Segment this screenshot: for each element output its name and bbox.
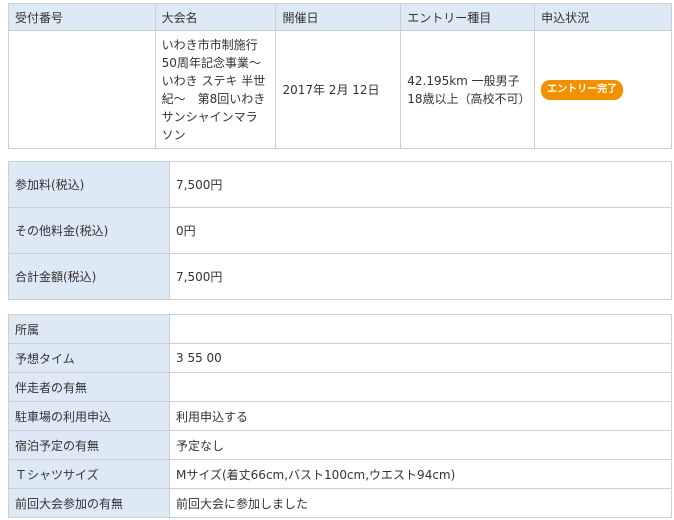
- header-event-name: 大会名: [154, 3, 277, 31]
- application-status-cell: エントリー完了: [534, 30, 672, 149]
- event-date-cell: 2017年 2月 12日: [275, 30, 402, 149]
- entry-category-cell: 42.195km 一般男子 18歳以上（高校不可）: [400, 30, 536, 149]
- entry-summary-table: 受付番号 大会名 開催日 エントリー種目 申込状況 いわき市市制施行50周年記念…: [8, 3, 672, 149]
- header-event-date: 開催日: [275, 3, 402, 31]
- fee-row: 参加料(税込) 7,500円: [8, 161, 672, 208]
- detail-value: 前回大会に参加しました: [169, 488, 672, 518]
- detail-row: 所属: [8, 314, 672, 344]
- event-name-cell: いわき市市制施行50周年記念事業～いわき ステキ 半世紀～ 第8回いわきサンシャ…: [154, 30, 277, 149]
- fee-label: 合計金額(税込): [8, 253, 170, 300]
- detail-value: 予定なし: [169, 430, 672, 460]
- detail-label: 駐車場の利用申込: [8, 401, 170, 431]
- detail-value: [169, 372, 672, 402]
- entry-header-row: 受付番号 大会名 開催日 エントリー種目 申込状況: [8, 3, 672, 31]
- detail-label: 宿泊予定の有無: [8, 430, 170, 460]
- header-receipt-number: 受付番号: [8, 3, 156, 31]
- header-application-status: 申込状況: [534, 3, 672, 31]
- detail-label: 伴走者の有無: [8, 372, 170, 402]
- detail-label: 予想タイム: [8, 343, 170, 373]
- fee-label: その他料金(税込): [8, 207, 170, 254]
- entry-row: いわき市市制施行50周年記念事業～いわき ステキ 半世紀～ 第8回いわきサンシャ…: [8, 30, 672, 149]
- detail-value: Mサイズ(着丈66cm,バスト100cm,ウエスト94cm): [169, 459, 672, 489]
- detail-row: Ｔシャツサイズ Mサイズ(着丈66cm,バスト100cm,ウエスト94cm): [8, 459, 672, 489]
- fee-label: 参加料(税込): [8, 161, 170, 208]
- detail-row: 前回大会参加の有無 前回大会に参加しました: [8, 488, 672, 518]
- detail-row: 予想タイム 3 55 00: [8, 343, 672, 373]
- detail-row: 宿泊予定の有無 予定なし: [8, 430, 672, 460]
- fee-value: 0円: [169, 207, 672, 254]
- detail-value: 利用申込する: [169, 401, 672, 431]
- entry-detail-table: 所属 予想タイム 3 55 00 伴走者の有無 駐車場の利用申込 利用申込する …: [8, 314, 672, 518]
- fee-row: 合計金額(税込) 7,500円: [8, 253, 672, 300]
- receipt-number-cell: [8, 30, 156, 149]
- header-entry-category: エントリー種目: [400, 3, 536, 31]
- detail-row: 駐車場の利用申込 利用申込する: [8, 401, 672, 431]
- detail-label: 前回大会参加の有無: [8, 488, 170, 518]
- fee-value: 7,500円: [169, 161, 672, 208]
- detail-row: 伴走者の有無: [8, 372, 672, 402]
- fee-row: その他料金(税込) 0円: [8, 207, 672, 254]
- fee-value: 7,500円: [169, 253, 672, 300]
- fee-table: 参加料(税込) 7,500円 その他料金(税込) 0円 合計金額(税込) 7,5…: [8, 161, 672, 300]
- detail-label: Ｔシャツサイズ: [8, 459, 170, 489]
- detail-label: 所属: [8, 314, 170, 344]
- detail-value: [169, 314, 672, 344]
- entry-complete-badge: エントリー完了: [541, 80, 624, 100]
- detail-value: 3 55 00: [169, 343, 672, 373]
